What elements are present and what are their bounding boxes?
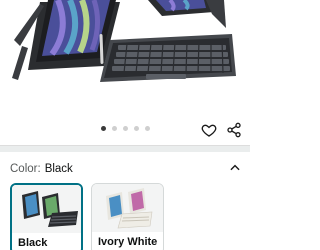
carousel-dot[interactable] <box>111 126 117 131</box>
tablet-illustration-2 <box>148 0 226 28</box>
chevron-up-icon[interactable] <box>228 161 242 175</box>
color-label: Color: <box>10 163 41 175</box>
product-image[interactable] <box>0 0 250 122</box>
swatch-black[interactable]: Black <box>10 183 83 250</box>
swatch-label: Black <box>18 237 48 249</box>
color-selected-value: Black <box>44 163 73 175</box>
section-divider <box>0 145 250 152</box>
share-icon[interactable] <box>226 122 242 138</box>
carousel-dot[interactable] <box>122 126 128 131</box>
carousel-dot-active[interactable] <box>100 126 106 131</box>
color-variation-header[interactable]: Color: Black <box>10 159 242 179</box>
carousel-dot[interactable] <box>144 126 150 131</box>
swatch-label: Ivory White <box>98 236 158 248</box>
color-swatch-list: Black Ivory White <box>10 183 250 250</box>
carousel-dot[interactable] <box>133 126 139 131</box>
keyboard-illustration <box>99 33 236 82</box>
heart-icon[interactable] <box>201 122 217 138</box>
swatch-ivory-white[interactable]: Ivory White <box>91 183 164 250</box>
swatch-thumbnail <box>92 184 163 232</box>
swatch-thumbnail <box>12 185 81 233</box>
